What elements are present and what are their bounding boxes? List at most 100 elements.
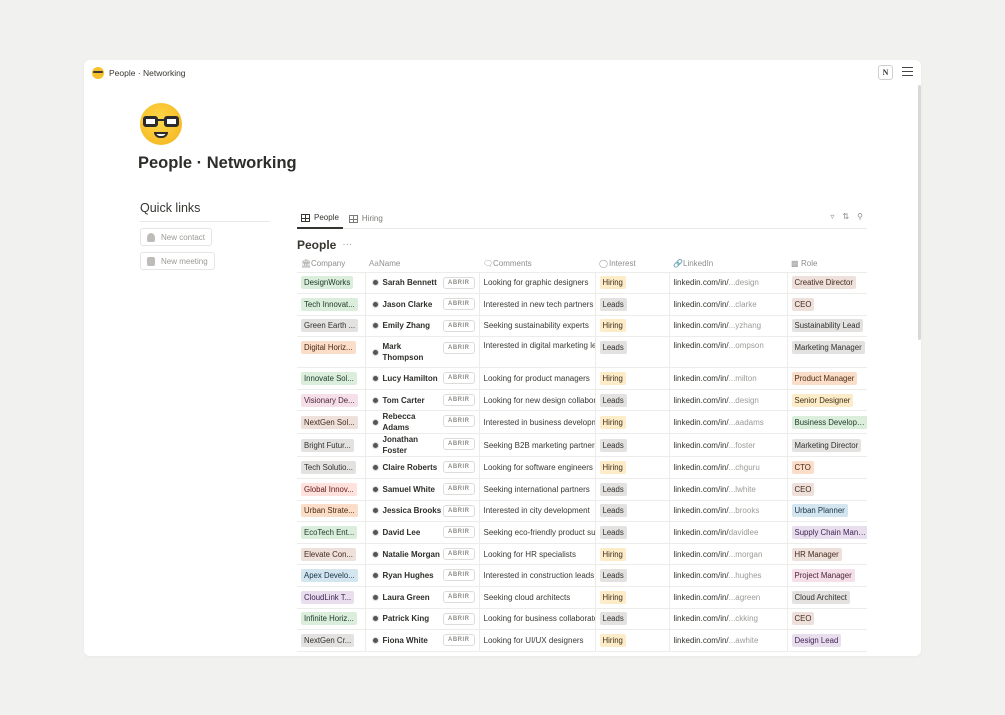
linkedin-cell[interactable]: linkedin.com/in/...lwhite [669,478,788,501]
name-cell[interactable]: Claire Roberts ABRIR [365,456,480,480]
open-button[interactable]: ABRIR [443,415,475,428]
table-row[interactable]: Apex Develo... Ryan Hughes ABRIR Interested… [297,564,867,588]
table-row[interactable]: Bright Futur... Jonathan Foster ABRIR Seeki… [297,433,867,458]
open-button[interactable]: ABRIR [443,461,475,474]
linkedin-url[interactable]: linkedin.com/in/ [674,278,729,287]
name-cell[interactable]: Laura Green ABRIR [365,586,480,609]
role-cell[interactable]: CEO [787,293,867,316]
name-cell[interactable]: Sarah Bennett ABRIR [365,272,480,295]
interest-cell[interactable]: Hiring [595,410,670,435]
linkedin-cell[interactable]: linkedin.com/in/...ompson [669,336,788,369]
linkedin-url[interactable]: linkedin.com/in/ [674,571,729,580]
tab-hiring[interactable]: Hiring [345,214,387,228]
nerd-face-icon[interactable] [140,103,182,145]
name-cell[interactable]: Jason Clarke ABRIR [365,293,480,316]
linkedin-url[interactable]: linkedin.com/in/ [674,614,729,623]
linkedin-cell[interactable]: linkedin.com/in/...design [669,389,788,412]
linkedin-cell[interactable]: linkedin.com/in/...yzhang [669,315,788,338]
role-cell[interactable]: CEO [787,478,867,501]
company-cell[interactable]: DesignWorks [297,272,366,295]
comment-cell[interactable]: Looking for new design collaborators [479,389,596,412]
name-cell[interactable]: Patrick King ABRIR [365,608,480,631]
open-button[interactable]: ABRIR [443,591,475,604]
filter-icon[interactable]: ▿ [830,212,834,221]
open-button[interactable]: ABRIR [443,319,475,332]
linkedin-cell[interactable]: linkedin.com/in/...agreen [669,586,788,609]
table-row[interactable]: Infinite Horiz... Patrick King ABRIR Lookin… [297,608,867,631]
open-button[interactable]: ABRIR [443,342,475,355]
interest-cell[interactable]: Leads [595,478,670,501]
name-cell[interactable]: Tom Carter ABRIR [365,389,480,412]
name-cell[interactable]: Samuel White ABRIR [365,478,480,501]
comment-cell[interactable]: Looking for HR specialists [479,543,596,566]
company-cell[interactable]: Innovate Sol... [297,367,366,390]
linkedin-cell[interactable]: linkedin.com/in/...aadams [669,410,788,435]
role-cell[interactable]: CTO [787,456,867,480]
comment-cell[interactable]: Looking for graphic designers [479,272,596,295]
linkedin-url[interactable]: linkedin.com/in/ [674,528,729,537]
interest-cell[interactable]: Hiring [595,456,670,480]
table-row[interactable]: Global Innov... Samuel White ABRIR Seeking … [297,478,867,501]
linkedin-url[interactable]: linkedin.com/in/ [674,374,729,383]
comment-cell[interactable]: Looking for product managers [479,367,596,390]
name-cell[interactable]: Emily Zhang ABRIR [365,315,480,338]
sort-icon[interactable]: ⇅ [842,212,849,221]
open-button[interactable]: ABRIR [443,504,475,517]
company-cell[interactable]: Elevate Con... [297,543,366,566]
interest-cell[interactable]: Hiring [595,315,670,338]
role-cell[interactable]: Design Lead [787,629,867,652]
linkedin-cell[interactable]: linkedin.com/in/...morgan [669,543,788,566]
table-row[interactable]: Visionary De... Tom Carter ABRIR Looking fo… [297,389,867,412]
comment-cell[interactable]: Interested in construction leads [479,564,596,588]
comment-cell[interactable]: Looking for UI/UX designers [479,629,596,652]
linkedin-cell[interactable]: linkedin.com/in/...foster [669,433,788,458]
company-cell[interactable]: Digital Horiz... [297,336,366,369]
interest-cell[interactable]: Leads [595,336,670,369]
interest-cell[interactable]: Hiring [595,272,670,295]
column-company[interactable]: 🏛Company [297,255,365,273]
table-row[interactable]: Tech Innovat... Jason Clarke ABRIR Interest… [297,293,867,316]
page-title[interactable]: People · Networking [138,154,297,173]
role-cell[interactable]: Marketing Director [787,433,867,458]
comment-cell[interactable]: Seeking B2B marketing partners [479,433,596,458]
linkedin-url[interactable]: linkedin.com/in/ [674,441,729,450]
open-button[interactable]: ABRIR [443,372,475,385]
linkedin-cell[interactable]: linkedin.com/in/...chguru [669,456,788,480]
more-icon[interactable]: ··· [342,239,352,250]
comment-cell[interactable]: Looking for business collaborators [479,608,596,631]
table-row[interactable]: DesignWorks Sarah Bennett ABRIR Looking for… [297,272,867,295]
company-cell[interactable]: NextGen Sol... [297,410,366,435]
comment-cell[interactable]: Seeking international partners [479,478,596,501]
company-cell[interactable]: Tech Solutio... [297,456,366,480]
role-cell[interactable]: Product Manager [787,367,867,390]
open-button[interactable]: ABRIR [443,569,475,582]
company-cell[interactable]: Apex Develo... [297,564,366,588]
company-cell[interactable]: Green Earth ... [297,315,366,338]
company-cell[interactable]: Urban Strate... [297,500,366,523]
linkedin-url[interactable]: linkedin.com/in/ [674,300,729,309]
comment-cell[interactable]: Looking for software engineers [479,456,596,480]
interest-cell[interactable]: Hiring [595,586,670,609]
table-row[interactable]: Green Earth ... Emily Zhang ABRIR Seeking s… [297,315,867,338]
open-button[interactable]: ABRIR [443,298,475,311]
open-button[interactable]: ABRIR [443,438,475,451]
database-title-text[interactable]: People [297,238,336,252]
company-cell[interactable]: EcoTech Ent... [297,521,366,544]
linkedin-cell[interactable]: linkedin.com/in/...ckking [669,608,788,631]
name-cell[interactable]: Ryan Hughes ABRIR [365,564,480,588]
linkedin-url[interactable]: linkedin.com/in/ [674,418,729,427]
linkedin-url[interactable]: linkedin.com/in/ [674,593,729,602]
notion-logo-icon[interactable]: N [878,65,893,80]
comment-cell[interactable]: Interested in new tech partners [479,293,596,316]
table-row[interactable]: Innovate Sol... Lucy Hamilton ABRIR Looking… [297,367,867,390]
comment-cell[interactable]: Interested in digital marketing leads [479,336,596,369]
role-cell[interactable]: Urban Planner [787,500,867,523]
table-row[interactable]: Urban Strate... Jessica Brooks ABRIR Intere… [297,500,867,523]
role-cell[interactable]: Cloud Architect [787,586,867,609]
open-button[interactable]: ABRIR [443,276,475,289]
new-contact-button[interactable]: New contact [140,228,213,246]
table-row[interactable]: CloudLink T... Laura Green ABRIR Seeking cl… [297,586,867,609]
role-cell[interactable]: CEO [787,608,867,631]
linkedin-cell[interactable]: linkedin.com/in/...brooks [669,500,788,523]
open-button[interactable]: ABRIR [443,483,475,496]
